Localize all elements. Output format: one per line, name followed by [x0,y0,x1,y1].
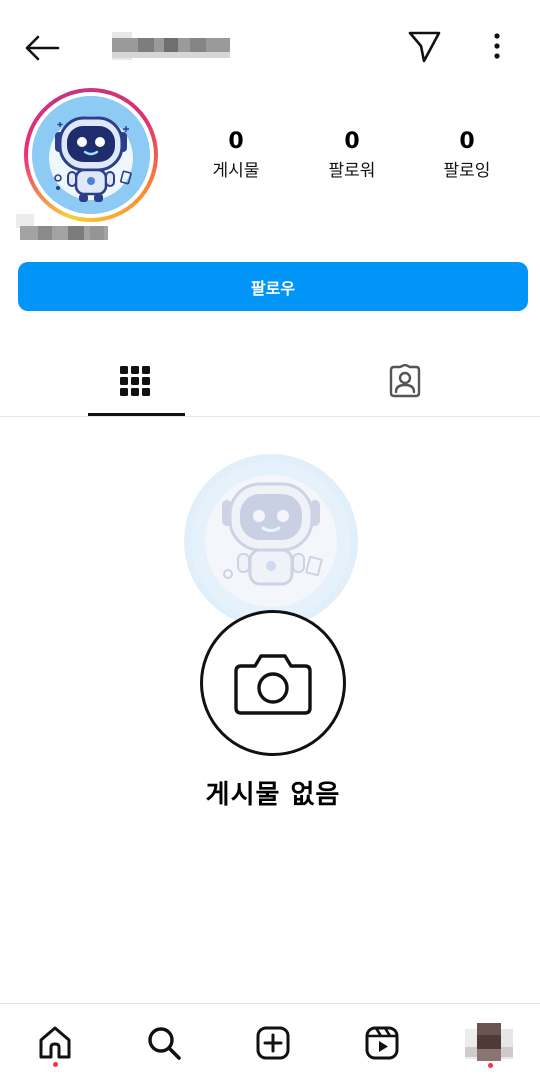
paper-plane-icon [408,31,441,63]
search-icon [148,1027,181,1060]
empty-state-text: 게시물 없음 [205,780,341,810]
home-icon [39,1026,71,1059]
stat-following-value: 0 [459,129,475,154]
username-redacted [98,28,230,64]
stat-followers-value: 0 [344,129,360,154]
more-vertical-icon [494,33,500,59]
tab-posts-grid[interactable] [0,348,270,414]
camera-circle[interactable] [200,610,346,756]
arrow-left-icon [25,35,60,61]
nav-reels[interactable] [355,1016,409,1070]
send-message-button[interactable] [402,24,446,68]
grid-icon [120,366,150,396]
stat-posts-value: 0 [228,129,244,154]
nav-search[interactable] [137,1016,191,1070]
stat-following-label: 팔로잉 [443,161,491,181]
stat-following[interactable]: 0 팔로잉 [412,128,522,184]
profile-avatar [463,1023,515,1063]
bottom-nav-divider [0,1003,540,1004]
nav-home[interactable] [28,1016,82,1070]
more-options-button[interactable] [480,26,514,66]
tab-divider [0,416,540,417]
reels-icon [365,1026,399,1060]
empty-state-avatar-watermark [184,454,358,628]
stat-followers-label: 팔로워 [328,161,376,181]
nav-profile[interactable] [462,1016,516,1070]
stat-followers[interactable]: 0 팔로워 [297,128,407,184]
stat-posts[interactable]: 0 게시물 [181,128,291,184]
tagged-person-icon [389,364,421,398]
tab-tagged[interactable] [270,348,540,414]
camera-icon [234,654,312,715]
profile-notification-dot [488,1063,493,1068]
profile-avatar[interactable] [24,88,158,222]
create-icon [256,1026,290,1060]
stat-posts-label: 게시물 [212,161,260,181]
home-notification-dot [53,1062,58,1067]
back-button[interactable] [20,28,64,68]
nav-create[interactable] [246,1016,300,1070]
follow-button[interactable]: 팔로우 [18,262,528,311]
robot-astronaut-avatar [32,96,150,214]
display-name-redacted [16,214,108,242]
